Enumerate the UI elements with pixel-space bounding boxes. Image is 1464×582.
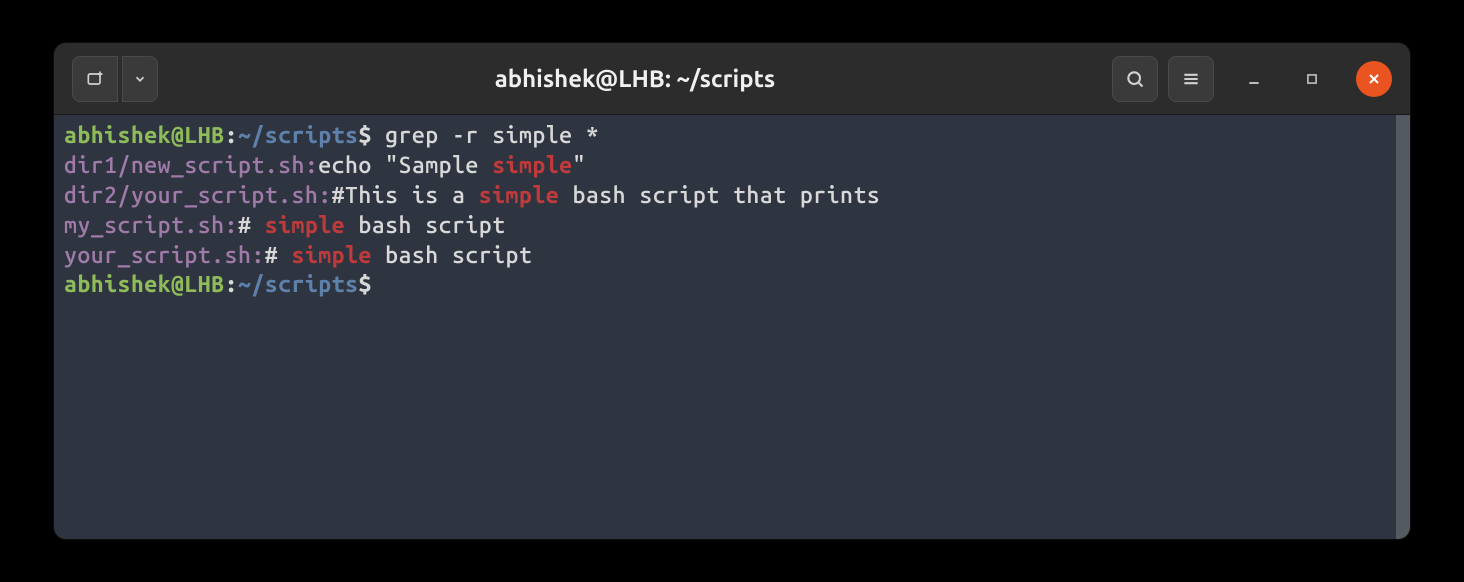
scrollbar[interactable] <box>1396 115 1410 539</box>
output-match: simple <box>479 183 559 208</box>
output-line: your_script.sh:# simple bash script <box>64 241 1400 271</box>
menu-button[interactable] <box>1168 56 1214 102</box>
prompt-line: abhishek@LHB:~/scripts$ <box>64 270 1400 300</box>
output-post: bash script <box>372 243 533 268</box>
maximize-button[interactable] <box>1294 61 1330 97</box>
prompt-user: abhishek@LHB <box>64 272 225 297</box>
titlebar-left-group <box>72 56 158 102</box>
output-post: bash script that prints <box>559 183 880 208</box>
prompt-user: abhishek@LHB <box>64 123 225 148</box>
prompt-symbol: $ <box>358 272 371 297</box>
prompt-colon: : <box>225 123 238 148</box>
output-pre: # <box>238 213 265 238</box>
minimize-button[interactable] <box>1236 61 1272 97</box>
chevron-down-icon <box>133 72 147 86</box>
terminal-window: abhishek@LHB: ~/scripts <box>54 43 1410 539</box>
new-tab-icon <box>85 69 105 89</box>
output-line: dir1/new_script.sh:echo "Sample simple" <box>64 151 1400 181</box>
window-title: abhishek@LHB: ~/scripts <box>166 65 1104 92</box>
prompt-path: ~/scripts <box>238 123 358 148</box>
prompt-line: abhishek@LHB:~/scripts$ grep -r simple * <box>64 121 1400 151</box>
terminal-body[interactable]: abhishek@LHB:~/scripts$ grep -r simple *… <box>54 115 1410 539</box>
output-match: simple <box>492 153 572 178</box>
output-file: dir2/your_script.sh: <box>64 183 332 208</box>
output-post: " <box>572 153 585 178</box>
close-icon <box>1366 71 1382 87</box>
new-tab-button[interactable] <box>72 56 118 102</box>
titlebar-right-group <box>1112 56 1392 102</box>
command-text: grep -r simple * <box>372 123 599 148</box>
output-line: dir2/your_script.sh:#This is a simple ba… <box>64 181 1400 211</box>
output-pre: #This is a <box>332 183 479 208</box>
search-icon <box>1125 69 1145 89</box>
output-file: my_script.sh: <box>64 213 238 238</box>
minimize-icon <box>1246 71 1262 87</box>
output-pre: echo "Sample <box>318 153 492 178</box>
tab-dropdown-button[interactable] <box>122 56 158 102</box>
output-post: bash script <box>345 213 506 238</box>
prompt-colon: : <box>225 272 238 297</box>
maximize-icon <box>1305 72 1319 86</box>
close-button[interactable] <box>1356 61 1392 97</box>
prompt-symbol: $ <box>358 123 371 148</box>
prompt-path: ~/scripts <box>238 272 358 297</box>
output-match: simple <box>265 213 345 238</box>
output-line: my_script.sh:# simple bash script <box>64 211 1400 241</box>
output-match: simple <box>291 243 371 268</box>
output-pre: # <box>265 243 292 268</box>
hamburger-icon <box>1181 69 1201 89</box>
output-file: dir1/new_script.sh: <box>64 153 318 178</box>
output-file: your_script.sh: <box>64 243 265 268</box>
search-button[interactable] <box>1112 56 1158 102</box>
titlebar: abhishek@LHB: ~/scripts <box>54 43 1410 115</box>
